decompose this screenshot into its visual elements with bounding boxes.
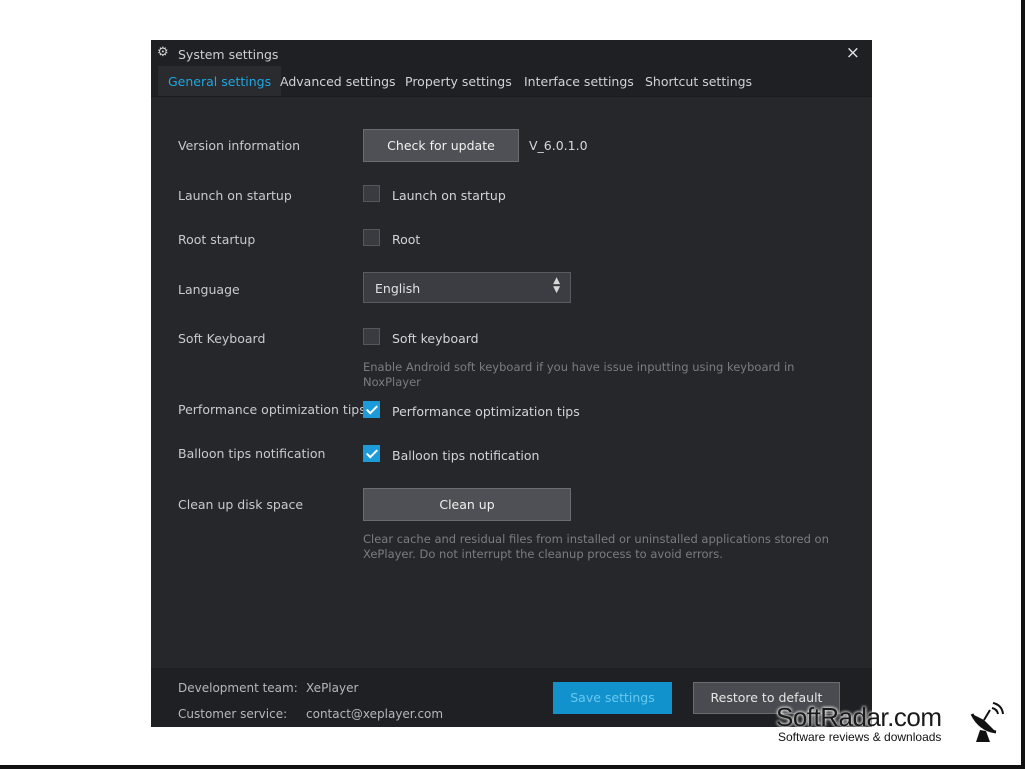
clean-up-disk-space-label: Clean up disk space — [178, 497, 304, 512]
balloon-tips-checkbox[interactable] — [363, 445, 380, 462]
clean-up-button[interactable]: Clean up — [363, 488, 571, 521]
language-select[interactable]: English ▲ ▼ — [363, 272, 571, 303]
performance-tips-checkbox[interactable] — [363, 401, 380, 418]
settings-tabs: General settings Advanced settings Prope… — [151, 66, 872, 97]
launch-on-startup-checkbox-label[interactable]: Launch on startup — [392, 188, 506, 203]
customer-service-label: Customer service: — [178, 707, 288, 721]
balloon-tips-label: Balloon tips notification — [178, 446, 326, 461]
soft-keyboard-label: Soft Keyboard — [178, 331, 266, 346]
soft-keyboard-hint-line-1: Enable Android soft keyboard if you have… — [363, 360, 795, 374]
tab-interface-settings[interactable]: Interface settings — [524, 66, 634, 96]
settings-footer: Development team: XePlayer Customer serv… — [151, 668, 872, 727]
softradar-watermark: SoftRadar.com Software reviews & downloa… — [776, 700, 1021, 750]
watermark-brand: SoftRadar.com — [776, 702, 942, 732]
performance-tips-checkbox-label[interactable]: Performance optimization tips — [392, 404, 580, 419]
version-value: V_6.0.1.0 — [529, 138, 588, 153]
development-team-value: XePlayer — [306, 681, 359, 695]
balloon-tips-checkbox-label[interactable]: Balloon tips notification — [392, 448, 539, 463]
soft-keyboard-hint-line-2: NoxPlayer — [363, 375, 421, 389]
soft-keyboard-checkbox-label[interactable]: Soft keyboard — [392, 331, 479, 346]
save-settings-button[interactable]: Save settings — [553, 682, 672, 714]
system-settings-window: ⚙ System settings × General settings Adv… — [151, 40, 872, 727]
satellite-dish-icon — [970, 702, 1004, 742]
watermark-tagline: Software reviews & downloads — [778, 730, 942, 744]
title-bar: ⚙ System settings × — [151, 40, 872, 66]
launch-on-startup-checkbox[interactable] — [363, 185, 380, 202]
window-title: System settings — [178, 47, 279, 62]
frame-edge-bottom — [0, 765, 1025, 769]
tab-shortcut-settings[interactable]: Shortcut settings — [645, 66, 752, 96]
chevron-up-down-icon: ▲ ▼ — [553, 276, 560, 295]
check-for-update-button[interactable]: Check for update — [363, 129, 519, 162]
clean-up-hint-line-1: Clear cache and residual files from inst… — [363, 532, 829, 546]
clean-up-hint: Clear cache and residual files from inst… — [363, 532, 829, 562]
version-information-label: Version information — [178, 138, 301, 153]
frame-edge-right — [1021, 0, 1025, 769]
performance-tips-label: Performance optimization tips — [178, 402, 366, 417]
tab-general-settings[interactable]: General settings — [158, 66, 282, 96]
clean-up-hint-line-2: XePlayer. Do not interrupt the cleanup p… — [363, 547, 723, 561]
gear-icon: ⚙ — [157, 45, 169, 60]
language-label: Language — [178, 282, 240, 297]
language-selected-value: English — [375, 281, 421, 296]
root-startup-label: Root startup — [178, 232, 256, 247]
tab-property-settings[interactable]: Property settings — [405, 66, 512, 96]
close-icon[interactable]: × — [846, 43, 860, 63]
soft-keyboard-hint: Enable Android soft keyboard if you have… — [363, 360, 794, 390]
development-team-label: Development team: — [178, 681, 298, 695]
customer-service-value[interactable]: contact@xeplayer.com — [306, 707, 443, 721]
launch-on-startup-label: Launch on startup — [178, 188, 292, 203]
root-checkbox-label[interactable]: Root — [392, 232, 420, 247]
root-checkbox[interactable] — [363, 229, 380, 246]
soft-keyboard-checkbox[interactable] — [363, 328, 380, 345]
tab-advanced-settings[interactable]: Advanced settings — [280, 66, 396, 96]
